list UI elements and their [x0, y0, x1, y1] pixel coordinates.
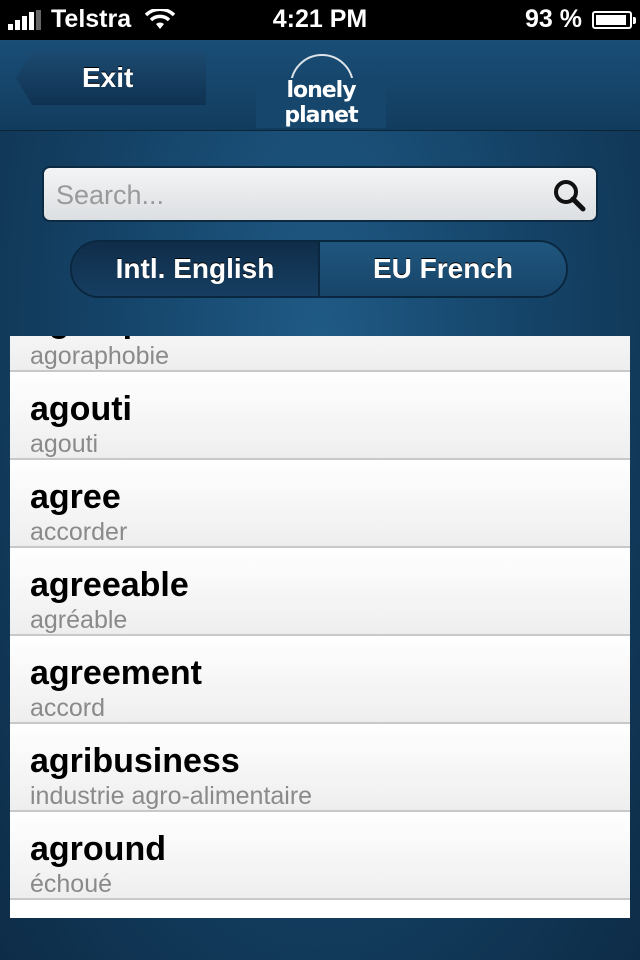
entry-translation: échoué	[30, 870, 113, 898]
search-icon[interactable]	[552, 178, 586, 212]
entry-word: aground	[30, 830, 166, 868]
battery-fill	[596, 14, 626, 25]
entry-word: agree	[30, 478, 121, 516]
entry-word: agreeable	[30, 566, 189, 604]
battery-icon	[592, 10, 636, 29]
entry-translation: agréable	[30, 606, 128, 634]
entry-translation: accorder	[30, 518, 128, 546]
entry-word: agoraphobia	[30, 336, 234, 341]
list-item[interactable]: agreement accord	[10, 636, 630, 724]
entry-word: agribusiness	[30, 742, 240, 780]
search-input[interactable]	[54, 174, 538, 216]
list-item[interactable]: agreeable agréable	[10, 548, 630, 636]
lonely-planet-logo: lonely planet	[256, 54, 386, 128]
battery-percent: 93 %	[525, 5, 582, 33]
entry-word: agreement	[30, 654, 202, 692]
list-item[interactable]: agribusiness industrie agro-alimentaire	[10, 724, 630, 812]
list-item[interactable]: agouti agouti	[10, 372, 630, 460]
entry-word: agouti	[30, 390, 132, 428]
tab-source-language[interactable]: Intl. English	[72, 242, 320, 296]
language-selector: Intl. English EU French	[70, 240, 568, 298]
exit-button[interactable]: Exit	[16, 51, 206, 105]
word-list-content: agoraphobiaagoraphobieagoutiagoutiagreea…	[10, 336, 630, 900]
entry-translation: industrie agro-alimentaire	[30, 782, 313, 810]
list-item[interactable]: aground échoué	[10, 812, 630, 900]
logo-text: lonely planet	[256, 78, 386, 128]
entry-translation: agoraphobie	[30, 342, 170, 370]
entry-translation: agouti	[30, 430, 99, 458]
word-list[interactable]: agoraphobiaagoraphobieagoutiagoutiagreea…	[10, 336, 630, 918]
nav-header: Exit lonely planet	[0, 40, 640, 131]
search-bar	[42, 166, 598, 222]
list-item[interactable]: agoraphobiaagoraphobie	[10, 336, 630, 372]
tab-target-language[interactable]: EU French	[320, 242, 566, 296]
entry-translation: accord	[30, 694, 106, 722]
status-right: 93 %	[525, 5, 636, 34]
status-bar: Telstra 4:21 PM 93 %	[0, 0, 640, 40]
list-item[interactable]: agree accorder	[10, 460, 630, 548]
